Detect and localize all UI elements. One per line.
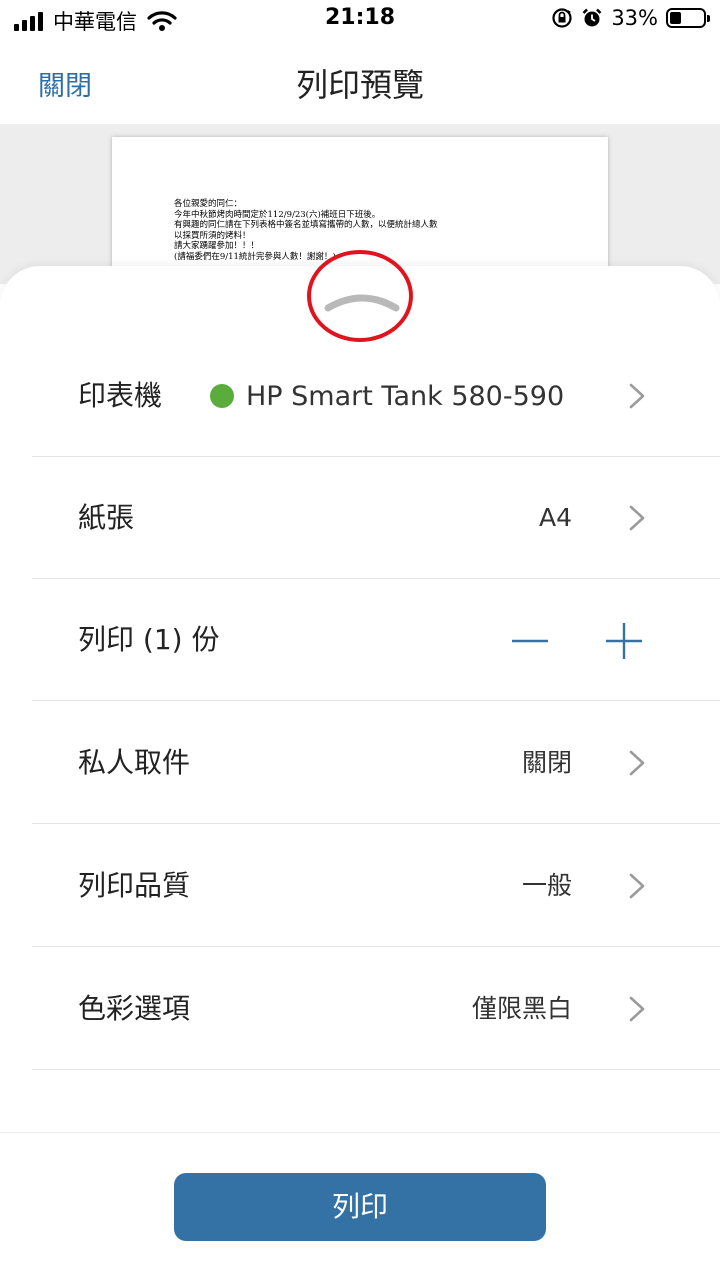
bottom-bar: 列印 bbox=[0, 1132, 720, 1282]
battery-icon bbox=[666, 8, 710, 28]
chevron-right-icon bbox=[629, 996, 645, 1022]
color-options-row[interactable]: 色彩選項 僅限黑白 bbox=[32, 948, 720, 1070]
battery-fill bbox=[670, 12, 681, 24]
rotation-lock-icon bbox=[552, 8, 572, 28]
print-options-sheet: 印表機 HP Smart Tank 580-590 紙張 A4 列印 (1) 份… bbox=[0, 266, 720, 1281]
chevron-right-icon bbox=[629, 505, 645, 531]
preview-text: 各位親愛的同仁： 今年中秋節烤肉時間定於112/9/23(六)補班日下班後。 有… bbox=[174, 199, 438, 262]
private-pickup-label: 私人取件 bbox=[78, 746, 191, 779]
copies-label: 列印 (1) 份 bbox=[78, 623, 220, 656]
printer-status-dot bbox=[210, 384, 234, 408]
printer-value: HP Smart Tank 580-590 bbox=[210, 335, 564, 457]
increment-copies-button[interactable] bbox=[604, 621, 644, 661]
chevron-right-icon bbox=[629, 383, 645, 409]
chevron-right-icon bbox=[629, 750, 645, 776]
color-options-label: 色彩選項 bbox=[78, 992, 191, 1025]
private-pickup-row[interactable]: 私人取件 關閉 bbox=[32, 702, 720, 824]
page-title: 列印預覽 bbox=[295, 66, 424, 104]
status-right: 33% bbox=[551, 6, 710, 30]
chevron-right-icon bbox=[629, 873, 645, 899]
print-quality-value: 一般 bbox=[521, 871, 572, 900]
private-pickup-value: 關閉 bbox=[521, 748, 572, 777]
printer-row[interactable]: 印表機 HP Smart Tank 580-590 bbox=[32, 335, 720, 457]
nav-bar: 關閉 列印預覽 bbox=[0, 40, 720, 124]
preview-line: 請大家踴躍參加！！！ bbox=[174, 241, 260, 251]
copies-row: 列印 (1) 份 bbox=[32, 579, 720, 701]
print-button[interactable]: 列印 bbox=[174, 1173, 546, 1241]
preview-line: 有興趣的同仁請在下列表格中簽名並填寫攜帶的人數，以便統計總人數 bbox=[174, 220, 438, 230]
status-bar: 中華電信 21:18 33% bbox=[0, 0, 720, 40]
decrement-copies-button[interactable] bbox=[510, 623, 550, 659]
preview-line: 今年中秋節烤肉時間定於112/9/23(六)補班日下班後。 bbox=[174, 209, 381, 220]
paper-value: A4 bbox=[538, 503, 572, 532]
preview-line: (請福委們在9/11統計完參與人數！謝謝！) bbox=[174, 251, 336, 262]
preview-line: 各位親愛的同仁： bbox=[174, 199, 243, 209]
paper-label: 紙張 bbox=[78, 501, 135, 534]
print-quality-row[interactable]: 列印品質 一般 bbox=[32, 825, 720, 947]
highlight-circle bbox=[307, 250, 413, 342]
alarm-icon bbox=[582, 8, 602, 27]
preview-line: 以採買所須的烤料！ bbox=[174, 230, 251, 241]
printer-name: HP Smart Tank 580-590 bbox=[246, 380, 565, 412]
print-quality-label: 列印品質 bbox=[78, 869, 191, 902]
color-options-value: 僅限黑白 bbox=[471, 994, 572, 1023]
battery-percent: 33% bbox=[611, 6, 658, 30]
paper-row[interactable]: 紙張 A4 bbox=[32, 457, 720, 579]
printer-label: 印表機 bbox=[78, 379, 163, 412]
